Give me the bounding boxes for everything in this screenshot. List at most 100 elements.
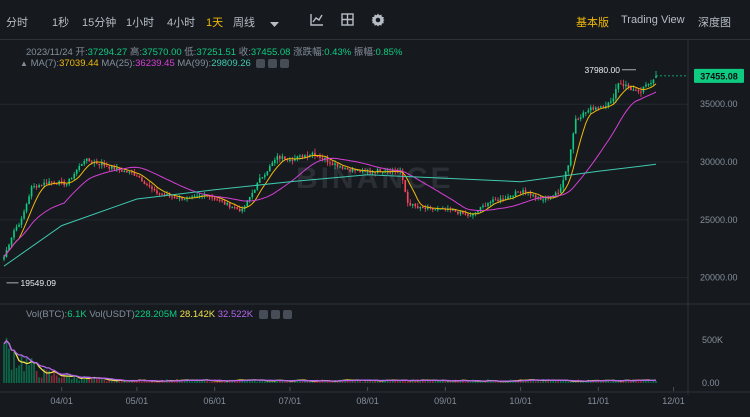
candle-body[interactable]	[457, 211, 459, 214]
candle-body[interactable]	[274, 159, 276, 163]
candle-body[interactable]	[595, 107, 597, 110]
candle-body[interactable]	[569, 149, 572, 166]
view-depth[interactable]: 深度图	[698, 14, 731, 30]
candle-body[interactable]	[223, 201, 226, 205]
candle-body[interactable]	[612, 98, 615, 102]
candle-body[interactable]	[256, 182, 259, 190]
candle-body[interactable]	[497, 199, 499, 202]
candle-body[interactable]	[281, 156, 284, 159]
candle-body[interactable]	[228, 202, 231, 208]
candle-body[interactable]	[434, 209, 437, 211]
candle-body[interactable]	[25, 203, 28, 212]
candle-body[interactable]	[512, 196, 514, 198]
candle-body[interactable]	[582, 112, 585, 118]
candle-body[interactable]	[146, 184, 148, 186]
candle-body[interactable]	[306, 155, 309, 157]
candle-body[interactable]	[489, 201, 492, 203]
candle-body[interactable]	[141, 177, 143, 182]
candle-body[interactable]	[98, 163, 101, 166]
candle-body[interactable]	[176, 197, 178, 199]
candle-body[interactable]	[70, 178, 73, 180]
candle-body[interactable]	[459, 211, 462, 214]
candle-body[interactable]	[85, 158, 88, 162]
candle-body[interactable]	[645, 84, 647, 87]
candle-body[interactable]	[346, 168, 349, 170]
grid-layout-icon[interactable]	[341, 13, 354, 31]
candle-body[interactable]	[351, 168, 354, 172]
view-basic[interactable]: 基本版	[576, 14, 609, 30]
candle-body[interactable]	[73, 173, 76, 179]
candlestick-chart[interactable]: BINANCE 35000.0030000.0025000.0020000.00…	[0, 40, 750, 417]
candle-body[interactable]	[216, 199, 218, 201]
candle-body[interactable]	[271, 162, 274, 167]
interval-1s[interactable]: 1秒	[52, 14, 69, 30]
candle-body[interactable]	[416, 206, 419, 209]
candle-body[interactable]	[414, 203, 417, 207]
candle-body[interactable]	[30, 186, 33, 197]
candle-body[interactable]	[78, 166, 81, 170]
candle-body[interactable]	[517, 191, 519, 193]
candle-body[interactable]	[637, 90, 640, 92]
candle-body[interactable]	[620, 83, 622, 85]
candle-body[interactable]	[65, 184, 68, 186]
candle-body[interactable]	[153, 189, 156, 191]
candle-body[interactable]	[38, 185, 40, 188]
candle-body[interactable]	[296, 156, 299, 159]
candle-body[interactable]	[28, 196, 30, 204]
candle-body[interactable]	[534, 194, 537, 198]
candle-body[interactable]	[650, 83, 652, 85]
indicator-icon[interactable]	[310, 13, 324, 31]
candle-body[interactable]	[329, 162, 331, 164]
candle-body[interactable]	[238, 208, 241, 212]
candle-body[interactable]	[35, 186, 38, 188]
candle-body[interactable]	[311, 152, 314, 155]
candle-body[interactable]	[532, 194, 534, 196]
candle-body[interactable]	[421, 206, 424, 208]
candle-body[interactable]	[574, 118, 577, 134]
candle-body[interactable]	[183, 199, 186, 201]
candle-body[interactable]	[284, 156, 286, 160]
candle-body[interactable]	[143, 181, 146, 185]
candle-body[interactable]	[467, 214, 469, 216]
candle-body[interactable]	[474, 212, 477, 214]
candle-body[interactable]	[266, 171, 269, 175]
candle-body[interactable]	[349, 169, 351, 172]
candle-body[interactable]	[600, 106, 602, 108]
candle-body[interactable]	[50, 181, 53, 183]
candle-body[interactable]	[371, 172, 374, 174]
candle-body[interactable]	[261, 177, 264, 179]
interval-time-sharing[interactable]: 分时	[6, 14, 28, 30]
candle-body[interactable]	[524, 190, 527, 193]
candle-body[interactable]	[289, 160, 291, 162]
candle-body[interactable]	[406, 191, 409, 203]
candle-body[interactable]	[173, 196, 176, 198]
candle-body[interactable]	[193, 196, 196, 198]
candle-body[interactable]	[404, 180, 407, 192]
candle-body[interactable]	[279, 155, 281, 159]
candle-body[interactable]	[218, 200, 221, 202]
candle-body[interactable]	[522, 190, 524, 193]
candle-body[interactable]	[484, 205, 487, 207]
candle-body[interactable]	[632, 89, 635, 91]
candle-body[interactable]	[610, 101, 612, 103]
interval-15m[interactable]: 15分钟	[82, 14, 116, 30]
candle-body[interactable]	[554, 192, 557, 196]
candle-body[interactable]	[652, 79, 655, 84]
candle-body[interactable]	[80, 164, 83, 167]
candle-body[interactable]	[236, 207, 239, 209]
candle-body[interactable]	[48, 181, 50, 184]
candle-body[interactable]	[196, 195, 198, 197]
candle-body[interactable]	[625, 84, 627, 86]
candle-body[interactable]	[341, 166, 344, 169]
candle-body[interactable]	[592, 107, 595, 110]
candle-body[interactable]	[321, 157, 324, 159]
candle-body[interactable]	[221, 200, 223, 202]
candle-body[interactable]	[487, 202, 489, 207]
candle-body[interactable]	[519, 192, 522, 194]
candle-body[interactable]	[514, 191, 517, 197]
candle-body[interactable]	[258, 177, 261, 183]
candle-body[interactable]	[45, 182, 48, 184]
candle-body[interactable]	[647, 84, 650, 86]
candle-body[interactable]	[68, 178, 71, 185]
candle-body[interactable]	[577, 118, 580, 120]
